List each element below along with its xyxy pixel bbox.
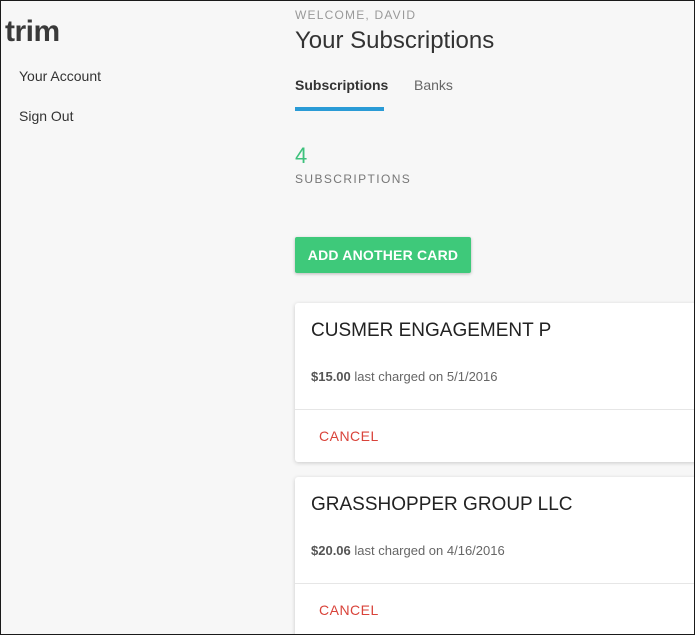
subscription-charge-info: $20.06 last charged on 4/16/2016 [311, 543, 505, 558]
page-title: Your Subscriptions [295, 27, 495, 54]
card-divider [295, 583, 694, 584]
tab-banks[interactable]: Banks [414, 77, 453, 107]
trim-logo[interactable]: trim [5, 15, 60, 49]
cancel-subscription-button[interactable]: CANCEL [319, 602, 379, 618]
subscription-name: CUSMER ENGAGEMENT P [311, 320, 552, 341]
subscription-card: GRASSHOPPER GROUP LLC $20.06 last charge… [295, 477, 694, 634]
subscription-charge-info: $15.00 last charged on 5/1/2016 [311, 369, 498, 384]
cancel-subscription-button[interactable]: CANCEL [319, 428, 379, 444]
subscription-last-charged: last charged on 5/1/2016 [350, 369, 498, 384]
tab-subscriptions[interactable]: Subscriptions [295, 77, 388, 107]
sidebar: trim Your Account Sign Out [1, 1, 261, 634]
active-tab-indicator [295, 107, 384, 111]
sidebar-item-sign-out[interactable]: Sign Out [19, 108, 73, 124]
subscription-last-charged: last charged on 4/16/2016 [350, 543, 505, 558]
welcome-text: WELCOME, DAVID [295, 8, 417, 22]
subscription-amount: $20.06 [311, 543, 351, 558]
subscription-count-label: SUBSCRIPTIONS [295, 172, 412, 186]
sidebar-item-your-account[interactable]: Your Account [19, 68, 101, 84]
add-another-card-button[interactable]: ADD ANOTHER CARD [295, 237, 471, 273]
subscription-count: 4 [295, 143, 308, 168]
main-content: WELCOME, DAVID Your Subscriptions Subscr… [295, 1, 694, 634]
tab-bar: Subscriptions Banks [295, 77, 595, 111]
app-window: trim Your Account Sign Out WELCOME, DAVI… [0, 0, 695, 635]
card-divider [295, 409, 694, 410]
subscription-amount: $15.00 [311, 369, 351, 384]
subscription-name: GRASSHOPPER GROUP LLC [311, 494, 573, 515]
subscription-card: CUSMER ENGAGEMENT P $15.00 last charged … [295, 303, 694, 462]
